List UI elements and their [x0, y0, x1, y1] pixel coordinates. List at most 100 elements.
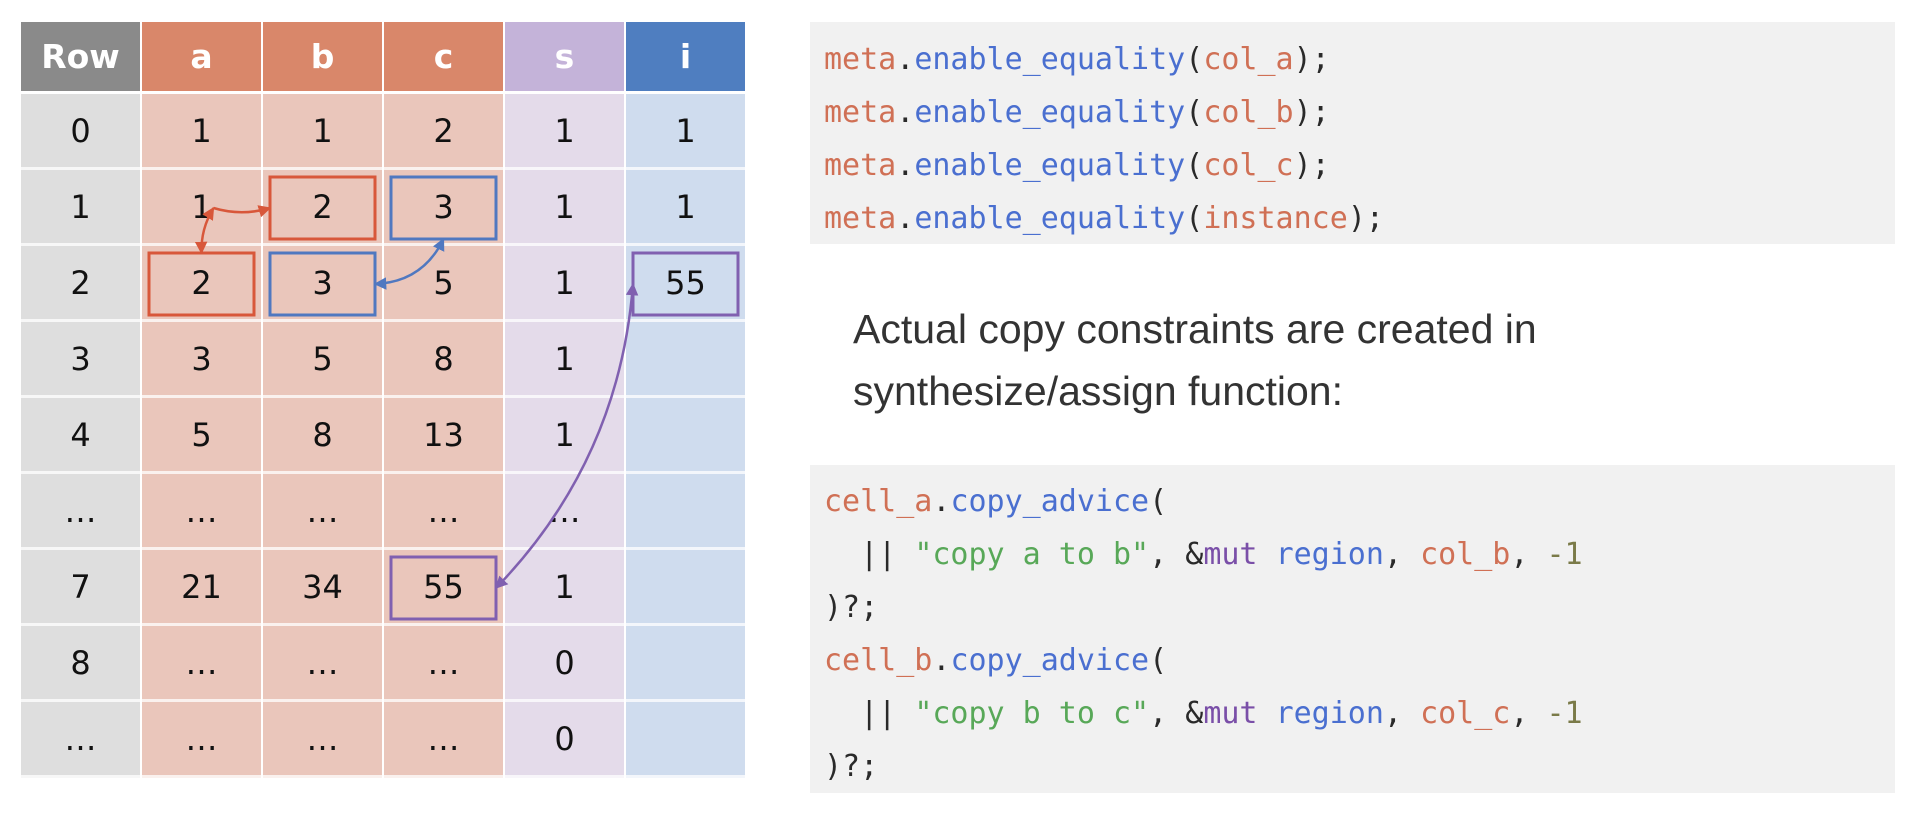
cell-r4-a: 5 [142, 398, 261, 474]
cell-r4-row: 4 [21, 398, 140, 474]
code-token: instance [1203, 201, 1348, 236]
code-token: ( [1149, 643, 1168, 678]
copy-constraints-caption: Actual copy constraints are created in s… [853, 306, 1537, 414]
cell-r8-c: … [384, 702, 503, 778]
cell-r1-b: 2 [263, 170, 382, 246]
code-token: region [1275, 537, 1384, 572]
cell-r5-a: … [142, 474, 261, 550]
column-header-a: a [142, 22, 261, 94]
cell-r4-c: 13 [384, 398, 503, 474]
cell-r7-i [626, 626, 745, 702]
cell-r0-c: 2 [384, 94, 503, 170]
copy-advice-code: cell_a.copy_advice( || "copy a to b", &m… [810, 465, 1895, 793]
cell-r3-c: 8 [384, 322, 503, 398]
code-token: || [824, 696, 915, 731]
code-token: -1 [1546, 537, 1583, 572]
cell-r7-b: … [263, 626, 382, 702]
cell-r6-row: 7 [21, 550, 140, 626]
cell-r5-c: … [384, 474, 503, 550]
code-token: cell_b [824, 643, 933, 678]
cell-r0-i: 1 [626, 94, 745, 170]
cell-r3-b: 5 [263, 322, 382, 398]
code-line: meta.enable_equality(col_c); [824, 139, 1895, 192]
column-header-i: i [626, 22, 745, 94]
cell-r1-a: 1 [142, 170, 261, 246]
cell-r2-i: 55 [626, 246, 745, 322]
cell-r3-a: 3 [142, 322, 261, 398]
cell-r4-b: 8 [263, 398, 382, 474]
cell-r0-b: 1 [263, 94, 382, 170]
code-token: ( [1185, 42, 1204, 77]
code-line: cell_a.copy_advice( [824, 475, 1895, 528]
cell-r6-c: 55 [384, 550, 503, 626]
code-token: ); [1293, 95, 1330, 130]
cell-r7-c: … [384, 626, 503, 702]
code-token: enable_equality [914, 95, 1186, 130]
cell-r2-b: 3 [263, 246, 382, 322]
cell-r0-a: 1 [142, 94, 261, 170]
code-token: ); [1293, 42, 1330, 77]
code-token: . [896, 201, 915, 236]
code-token: )?; [824, 749, 879, 784]
code-token: cell_a [824, 484, 933, 519]
cell-r1-c: 3 [384, 170, 503, 246]
code-token: ( [1185, 95, 1204, 130]
fibonacci-circuit-table: Row a b c s i 0 1 1 2 1 1 1 1 2 3 1 1 2 2 3 5 1 55 3 3 5 8 1 4 5 8 13 1……… [21, 22, 745, 778]
code-token: mut [1203, 537, 1258, 572]
cell-r1-s: 1 [505, 170, 624, 246]
code-token: enable_equality [914, 42, 1186, 77]
cell-r5-i [626, 474, 745, 550]
code-line: meta.enable_equality(instance); [824, 192, 1895, 245]
code-token: ); [1293, 148, 1330, 183]
cell-r0-s: 1 [505, 94, 624, 170]
cell-r6-s: 1 [505, 550, 624, 626]
cell-r1-row: 1 [21, 170, 140, 246]
code-token: "copy b to c" [914, 696, 1150, 731]
cell-r8-i [626, 702, 745, 778]
code-token: enable_equality [914, 201, 1186, 236]
code-line: )?; [824, 581, 1895, 634]
cell-r8-a: … [142, 702, 261, 778]
code-line: )?; [824, 740, 1895, 793]
code-line: || "copy a to b", &mut region, col_b, -1 [824, 528, 1895, 581]
code-token: copy_advice [950, 643, 1150, 678]
enable-equality-code: meta.enable_equality(col_a); meta.enable_… [810, 22, 1895, 244]
cell-r7-row: 8 [21, 626, 140, 702]
code-token: "copy a to b" [914, 537, 1150, 572]
cell-r2-s: 1 [505, 246, 624, 322]
cell-r6-a: 21 [142, 550, 261, 626]
column-header-b: b [263, 22, 382, 94]
cell-r4-s: 1 [505, 398, 624, 474]
code-token: , [1510, 537, 1547, 572]
code-token: || [824, 537, 915, 572]
code-token: , [1383, 696, 1421, 731]
code-token: copy_advice [950, 484, 1150, 519]
code-token: col_b [1203, 95, 1294, 130]
code-token: . [896, 42, 915, 77]
code-line: cell_b.copy_advice( [824, 634, 1895, 687]
cell-r0-row: 0 [21, 94, 140, 170]
code-token: enable_equality [914, 148, 1186, 183]
code-token: ( [1149, 484, 1168, 519]
cell-r5-s: … [505, 474, 624, 550]
code-line: meta.enable_equality(col_a); [824, 33, 1895, 86]
cell-r8-row: … [21, 702, 140, 778]
code-token: col_b [1420, 537, 1511, 572]
code-token: . [932, 643, 951, 678]
cell-r8-b: … [263, 702, 382, 778]
cell-r1-i: 1 [626, 170, 745, 246]
code-token: meta [824, 201, 897, 236]
cell-r7-a: … [142, 626, 261, 702]
column-header-c: c [384, 22, 503, 94]
cell-r4-i [626, 398, 745, 474]
cell-r2-a: 2 [142, 246, 261, 322]
cell-r7-s: 0 [505, 626, 624, 702]
cell-r3-row: 3 [21, 322, 140, 398]
code-line: meta.enable_equality(col_b); [824, 86, 1895, 139]
cell-r5-b: … [263, 474, 382, 550]
code-token: meta [824, 95, 897, 130]
code-token: ); [1347, 201, 1384, 236]
code-token: , [1510, 696, 1547, 731]
